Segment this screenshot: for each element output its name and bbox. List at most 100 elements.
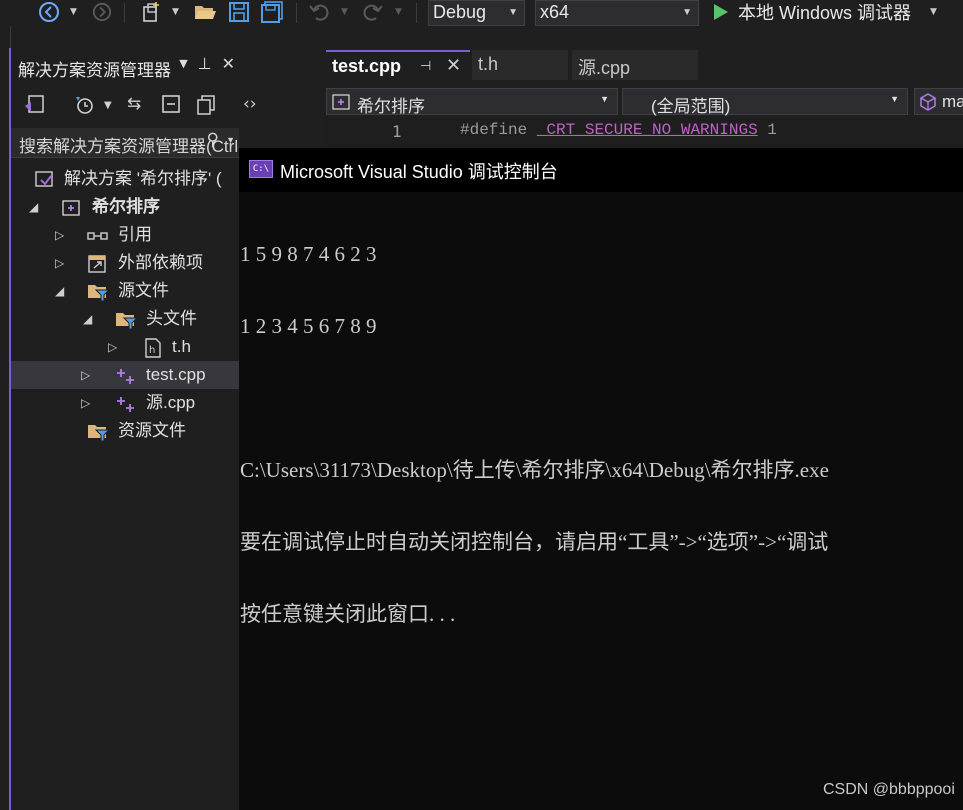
- expand-arrow-icon[interactable]: ▷: [81, 389, 90, 417]
- cpp-project-icon: [61, 198, 80, 216]
- console-line: C:\Users\31173\Desktop\待上传\希尔排序\x64\Debu…: [240, 458, 829, 482]
- close-icon[interactable]: ✕: [222, 54, 235, 74]
- redo-dropdown-icon[interactable]: ▼: [395, 0, 402, 24]
- tree-item-external-deps[interactable]: ▷ 外部依赖项: [11, 249, 239, 277]
- chevron-down-icon: ▼: [890, 94, 899, 104]
- tree-item-references[interactable]: ▷ 引用: [11, 221, 239, 249]
- filter-folder-icon: [87, 282, 111, 302]
- undo-dropdown-icon[interactable]: ▼: [341, 0, 348, 24]
- toolbar-separator: [296, 3, 297, 23]
- line-number: 1: [392, 122, 402, 141]
- console-output: 1 5 9 8 7 4 6 2 3 1 2 3 4 5 6 7 8 9 C:\U…: [240, 194, 963, 674]
- show-all-files-icon[interactable]: [195, 94, 217, 121]
- code-value: 1: [767, 121, 777, 139]
- project-select-value: 希尔排序: [357, 97, 425, 116]
- solution-search-input[interactable]: 搜索解决方案资源管理器(Ctrl- ⚲ ▼: [11, 128, 239, 158]
- console-title-bar[interactable]: C:\ Microsoft Visual Studio 调试控制台: [239, 148, 963, 192]
- debug-console-window[interactable]: C:\ Microsoft Visual Studio 调试控制台 1 5 9 …: [239, 148, 963, 810]
- code-line: #define _CRT_SECURE_NO_WARNINGS 1: [460, 121, 777, 139]
- tree-item-yuan-cpp[interactable]: ▷ 源.cpp: [11, 389, 239, 417]
- tree-item-resource-files[interactable]: 资源文件: [11, 417, 239, 445]
- expand-arrow-icon[interactable]: ▷: [55, 249, 64, 277]
- save-icon[interactable]: [227, 1, 251, 23]
- tree-item-project[interactable]: ◢ 希尔排序: [11, 193, 239, 221]
- undo-icon[interactable]: [307, 1, 331, 23]
- back-icon[interactable]: [36, 1, 62, 23]
- forward-icon[interactable]: [90, 1, 114, 23]
- save-all-icon[interactable]: [259, 1, 285, 23]
- pin-icon[interactable]: ⊣: [420, 58, 431, 74]
- tree-item-label: 外部依赖项: [118, 253, 203, 272]
- collapse-all-icon[interactable]: [161, 94, 181, 119]
- chevron-down-icon: ▼: [508, 7, 518, 18]
- new-project-icon[interactable]: [138, 1, 164, 23]
- watermark: CSDN @bbbppooi: [823, 781, 955, 798]
- collapse-arrow-icon[interactable]: ◢: [55, 277, 64, 305]
- play-icon: [714, 4, 728, 20]
- member-select-value: ma: [942, 92, 963, 111]
- collapse-arrow-icon[interactable]: ◢: [83, 305, 92, 333]
- tree-item-label: 源.cpp: [146, 393, 196, 412]
- pending-changes-icon[interactable]: [73, 94, 95, 121]
- tree-item-source-files[interactable]: ◢ 源文件: [11, 277, 239, 305]
- search-icon[interactable]: ⚲: [207, 130, 219, 150]
- pending-dropdown-icon[interactable]: ▼: [104, 100, 112, 111]
- tab-t-h[interactable]: t.h: [472, 50, 568, 80]
- tab-label: test.cpp: [332, 56, 402, 76]
- close-icon[interactable]: ✕: [446, 55, 461, 76]
- tab-yuan-cpp[interactable]: 源.cpp: [572, 50, 698, 80]
- tree-item-solution[interactable]: 解决方案 '希尔排序' (: [11, 165, 239, 193]
- tree-item-label: 源文件: [118, 281, 169, 300]
- expand-arrow-icon[interactable]: ▷: [108, 333, 117, 361]
- chevron-down-icon: ▼: [682, 7, 692, 18]
- console-app-icon: C:\: [249, 160, 273, 178]
- toolbar-separator: [124, 3, 125, 23]
- cpp-file-icon: [115, 394, 134, 412]
- solution-explorer-toolbar: ▼ ⇆ ‹›: [11, 88, 257, 122]
- console-line: 按任意键关闭此窗口. . .: [240, 602, 456, 626]
- open-folder-icon[interactable]: [192, 1, 218, 23]
- tree-item-label: 希尔排序: [92, 197, 160, 216]
- project-select[interactable]: 希尔排序 ▼: [326, 88, 618, 116]
- expand-arrow-icon[interactable]: ▷: [81, 361, 90, 389]
- search-options-icon[interactable]: ▼: [226, 135, 235, 145]
- tree-item-label: 头文件: [146, 309, 197, 328]
- member-select[interactable]: ma: [914, 88, 963, 115]
- scope-select-value: (全局范围): [651, 97, 731, 116]
- svg-text:h: h: [149, 345, 155, 356]
- tree-item-label: t.h: [172, 337, 191, 356]
- run-dropdown-icon[interactable]: ▼: [930, 0, 937, 24]
- new-project-dropdown-icon[interactable]: ▼: [172, 0, 179, 24]
- solution-icon: [33, 170, 53, 188]
- solution-explorer: 解决方案资源管理器 ▼ ⊥ ✕ ▼ ⇆ ‹› 搜索解决方案资源管理器(Ctrl-…: [11, 48, 257, 810]
- cube-icon: [920, 93, 936, 111]
- expand-arrow-icon[interactable]: ▷: [55, 221, 64, 249]
- tree-item-header-files[interactable]: ◢ 头文件: [11, 305, 239, 333]
- tab-test-cpp[interactable]: test.cpp ⊣ ✕: [326, 50, 470, 80]
- collapse-arrow-icon[interactable]: ◢: [29, 193, 38, 221]
- scope-select[interactable]: (全局范围) ▼: [622, 88, 908, 116]
- platform-select[interactable]: x64 ▼: [535, 0, 699, 26]
- console-title: Microsoft Visual Studio 调试控制台: [280, 162, 558, 182]
- tree-item-test-cpp[interactable]: ▷ test.cpp: [11, 361, 239, 389]
- console-line: 要在调试停止时自动关闭控制台，请启用“工具”->“选项”->“调试: [240, 530, 829, 554]
- back-dropdown-icon[interactable]: ▼: [70, 0, 77, 24]
- editor-navigation-bar: 希尔排序 ▼ (全局范围) ▼ ma: [326, 86, 963, 116]
- code-macro: _CRT_SECURE_NO_WARNINGS: [536, 121, 758, 139]
- tree-item-label: test.cpp: [146, 365, 206, 384]
- switch-views-icon[interactable]: [23, 94, 47, 121]
- references-icon: [87, 226, 108, 244]
- code-editor[interactable]: 1 #define _CRT_SECURE_NO_WARNINGS 1: [326, 118, 963, 150]
- panel-menu-icon[interactable]: ▼: [179, 54, 187, 74]
- tree-item-t-h[interactable]: ▷ h t.h: [11, 333, 239, 361]
- configuration-select[interactable]: Debug ▼: [428, 0, 525, 26]
- redo-icon[interactable]: [361, 1, 385, 23]
- main-toolbar: ▼ ▼ ▼ ▼ Debug ▼ x64 ▼ 本地 Windows 调试器 ▼: [0, 0, 963, 26]
- filter-folder-icon: [115, 310, 139, 330]
- sync-icon[interactable]: ⇆: [127, 94, 141, 114]
- code-view-icon[interactable]: ‹›: [243, 94, 257, 114]
- pin-icon[interactable]: ⊥: [198, 54, 212, 74]
- chevron-down-icon: ▼: [600, 94, 609, 104]
- start-debugging-button[interactable]: 本地 Windows 调试器: [714, 0, 911, 24]
- panel-title: 解决方案资源管理器: [18, 61, 171, 80]
